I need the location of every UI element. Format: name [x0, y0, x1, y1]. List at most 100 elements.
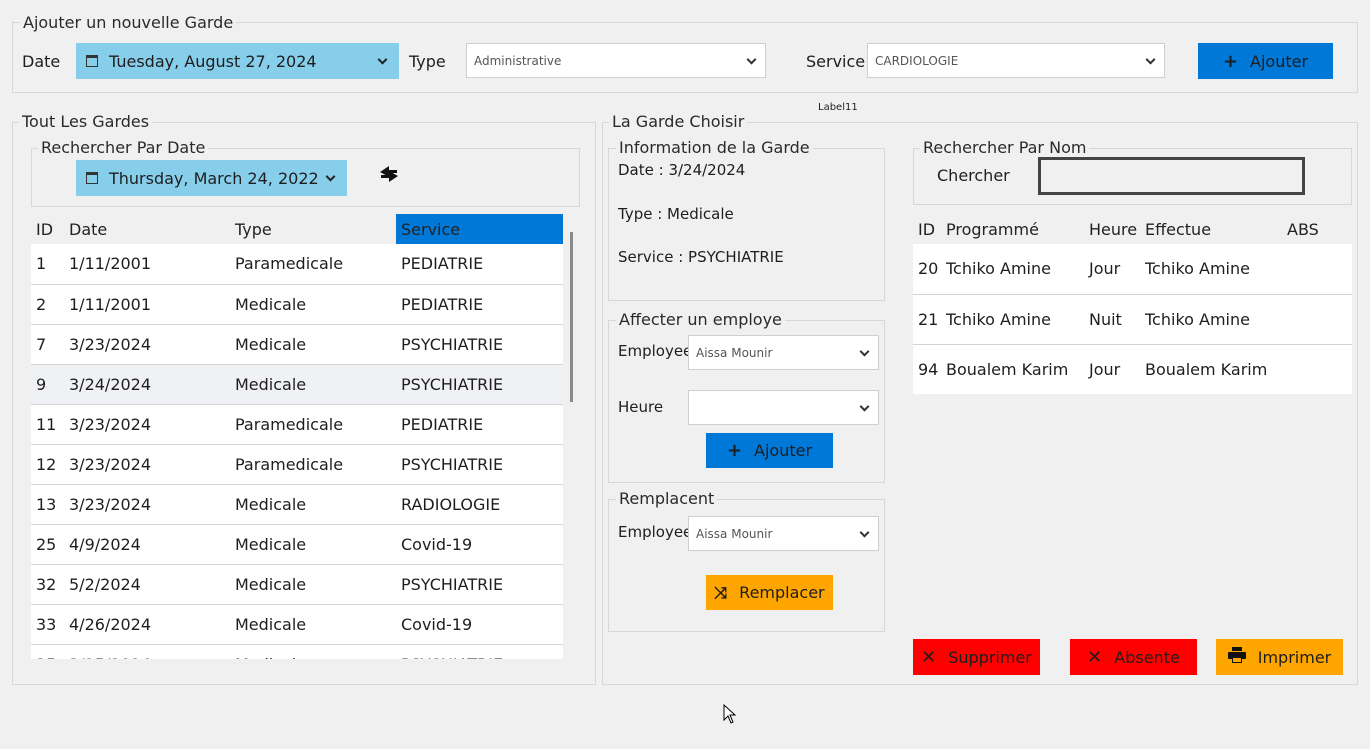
cell-id: 13 — [31, 484, 64, 525]
cell-service: Covid-19 — [396, 604, 563, 645]
type-select-value: Administrative — [474, 53, 562, 68]
cell-service: PSYCHIATRIE — [396, 364, 563, 405]
info-garde-legend: Information de la Garde — [616, 138, 813, 158]
cell-id: 20 — [913, 244, 941, 295]
cell-abs — [1282, 244, 1352, 295]
replace-employee-value: Aissa Mounir — [696, 526, 773, 541]
cell-id: 2 — [31, 284, 64, 325]
cell-id: 1 — [31, 244, 64, 285]
affect-employee-label: Employee — [618, 342, 693, 360]
gardes-table[interactable]: ID Date Type Service 1 1/11/2001 Paramedic… — [31, 214, 563, 659]
table-row[interactable]: 32 5/2/2024 Medicale PSYCHIATRIE — [31, 564, 563, 605]
replace-button[interactable]: ⤨ Remplacer — [706, 575, 833, 610]
cell-heure: Nuit — [1084, 294, 1140, 345]
cell-abs — [1282, 294, 1352, 345]
replace-employee-label: Employee — [618, 523, 693, 541]
col-header-programme[interactable]: Programmé — [941, 214, 1084, 244]
type-label: Type — [409, 52, 446, 71]
cell-id: 11 — [31, 404, 64, 445]
table-row[interactable]: 33 4/26/2024 Medicale Covid-19 — [31, 604, 563, 645]
col-header-heure[interactable]: Heure — [1084, 214, 1140, 244]
table-row[interactable]: 1 1/11/2001 Paramedicale PEDIATRIE — [31, 244, 563, 285]
cell-programme: Tchiko Amine — [941, 294, 1084, 345]
service-label: Service — [806, 52, 866, 71]
cell-type: Medicale — [230, 284, 396, 325]
calendar-icon — [86, 172, 98, 184]
cell-effectue: Tchiko Amine — [1140, 294, 1282, 345]
cell-type: Medicale — [230, 564, 396, 605]
cell-type: Medicale — [230, 324, 396, 365]
add-garde-button[interactable]: + Ajouter — [1198, 43, 1333, 79]
close-icon: ✕ — [1087, 646, 1103, 668]
replace-employee-select[interactable]: Aissa Mounir — [688, 516, 879, 551]
cell-abs — [1282, 344, 1352, 394]
search-date-picker[interactable]: Thursday, March 24, 2022 — [76, 160, 347, 196]
search-date-legend: Rechercher Par Date — [38, 138, 209, 158]
col-header-type[interactable]: Type — [230, 214, 396, 244]
table-row[interactable]: 25 4/9/2024 Medicale Covid-19 — [31, 524, 563, 565]
cell-date: 3/24/2024 — [64, 364, 230, 405]
chevron-down-icon — [746, 54, 757, 65]
cell-service: PEDIATRIE — [396, 404, 563, 445]
table-row[interactable]: 11 3/23/2024 Paramedicale PEDIATRIE — [31, 404, 563, 445]
printer-icon — [1227, 646, 1246, 668]
table-row[interactable]: 7 3/23/2024 Medicale PSYCHIATRIE — [31, 324, 563, 365]
affect-employee-value: Aissa Mounir — [696, 345, 773, 360]
table-row[interactable]: 21 Tchiko Amine Nuit Tchiko Amine — [913, 294, 1352, 345]
col-header-date[interactable]: Date — [64, 214, 230, 244]
affect-employee-select[interactable]: Aissa Mounir — [688, 335, 879, 370]
chevron-down-icon — [1145, 54, 1156, 65]
name-search-input[interactable] — [1038, 157, 1305, 195]
refresh-icon[interactable] — [377, 163, 401, 185]
absent-button[interactable]: ✕ Absente — [1070, 639, 1197, 675]
add-date-picker[interactable]: Tuesday, August 27, 2024 — [76, 43, 399, 79]
cell-type: Medicale — [230, 524, 396, 565]
col-header-id[interactable]: ID — [913, 214, 941, 244]
cell-id: 9 — [31, 364, 64, 405]
affect-add-button[interactable]: + Ajouter — [706, 433, 833, 468]
table-row[interactable]: 353/25/2024MedicalePSYCHIATRIE — [31, 644, 563, 659]
table-scrollbar-thumb[interactable] — [570, 232, 573, 402]
col-header-id[interactable]: ID — [31, 214, 64, 244]
print-button[interactable]: Imprimer — [1216, 639, 1343, 675]
add-garde-button-label: Ajouter — [1250, 51, 1309, 71]
heure-select[interactable] — [688, 390, 879, 425]
plus-icon: + — [726, 440, 743, 461]
cell-heure: Jour — [1084, 244, 1140, 295]
chevron-down-icon — [859, 401, 870, 412]
cell-type: Paramedicale — [230, 444, 396, 485]
calendar-icon — [86, 55, 98, 67]
table-row-selected[interactable]: 9 3/24/2024 Medicale PSYCHIATRIE — [31, 364, 563, 405]
table-row[interactable]: 20 Tchiko Amine Jour Tchiko Amine — [913, 244, 1352, 295]
service-select[interactable]: CARDIOLOGIE — [867, 43, 1165, 78]
replace-button-label: Remplacer — [739, 583, 825, 602]
cell-date: 3/23/2024 — [64, 324, 230, 365]
heure-label: Heure — [618, 398, 664, 416]
chevron-down-icon — [859, 346, 870, 357]
delete-button[interactable]: ✕ Supprimer — [913, 639, 1040, 675]
cell-id: 33 — [31, 604, 64, 645]
col-header-effectue[interactable]: Effectue — [1140, 214, 1282, 244]
replace-legend: Remplacent — [616, 489, 718, 509]
cell-effectue: Boualem Karim — [1140, 344, 1282, 394]
col-header-service[interactable]: Service — [396, 214, 563, 244]
cell-id: 94 — [913, 344, 941, 394]
table-row[interactable]: 12 3/23/2024 Paramedicale PSYCHIATRIE — [31, 444, 563, 485]
table-row[interactable]: 94 Boualem Karim Jour Boualem Karim — [913, 344, 1352, 394]
col-header-abs[interactable]: ABS — [1282, 214, 1352, 244]
cell-service: PEDIATRIE — [396, 244, 563, 285]
table-scrollbar[interactable] — [563, 230, 580, 659]
cell-service: PSYCHIATRIE — [396, 324, 563, 365]
assign-table[interactable]: ID Programmé Heure Effectue ABS 20 Tchiko… — [913, 214, 1352, 394]
type-select[interactable]: Administrative — [466, 43, 766, 78]
table-row[interactable]: 13 3/23/2024 Medicale RADIOLOGIE — [31, 484, 563, 525]
table-row[interactable]: 2 1/11/2001 Medicale PEDIATRIE — [31, 284, 563, 325]
name-search-legend: Rechercher Par Nom — [920, 138, 1090, 158]
cell-type: Medicale — [230, 484, 396, 525]
name-search-label: Chercher — [937, 166, 1010, 185]
cell-service: PSYCHIATRIE — [396, 444, 563, 485]
cell-type: Medicale — [230, 364, 396, 405]
all-gardes-legend: Tout Les Gardes — [19, 112, 153, 132]
info-date: Date : 3/24/2024 — [618, 161, 746, 179]
info-type: Type : Medicale — [618, 205, 734, 223]
